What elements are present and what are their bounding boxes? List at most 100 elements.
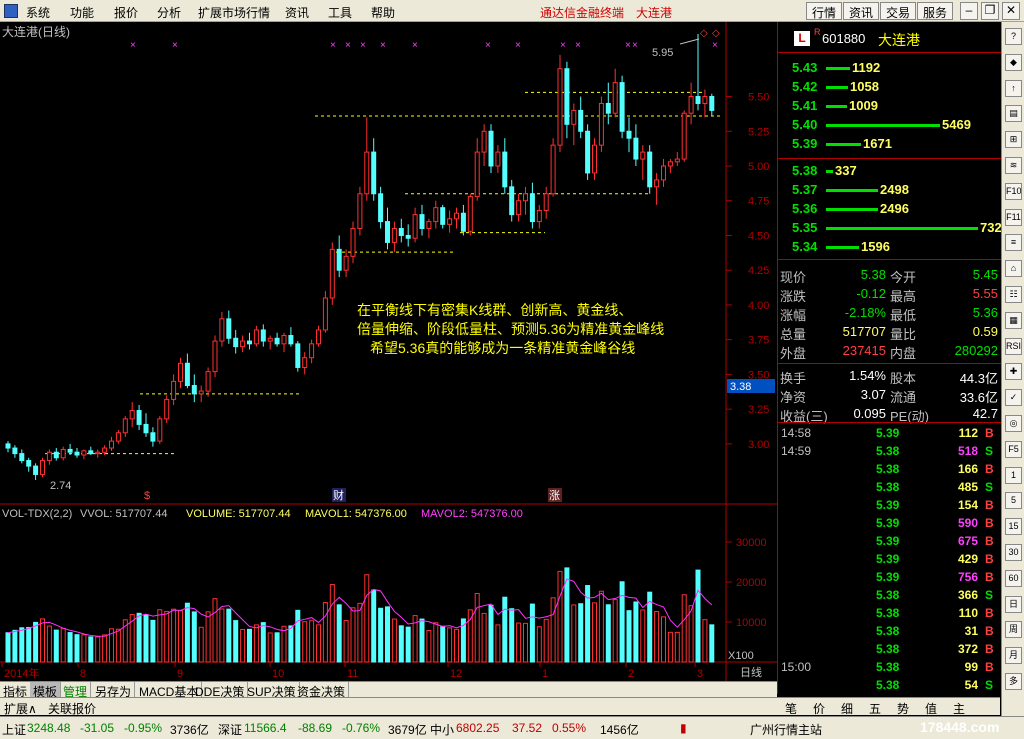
candle-body[interactable]	[253, 329, 259, 345]
diamond-marker-icon[interactable]: ◇	[712, 28, 720, 39]
candle-body[interactable]	[157, 418, 163, 442]
candle-body[interactable]	[350, 228, 356, 257]
candle-body[interactable]	[391, 228, 397, 243]
candle-body[interactable]	[536, 209, 542, 223]
candle-body[interactable]	[688, 96, 694, 114]
candle-body[interactable]	[219, 318, 225, 342]
side-tool-button[interactable]: 多	[1005, 673, 1022, 690]
event-marker-icon[interactable]: ×	[412, 40, 418, 51]
side-tool-button[interactable]: ✓	[1005, 389, 1022, 407]
restore-icon[interactable]: ❐	[981, 2, 999, 20]
candle-body[interactable]	[702, 96, 708, 104]
candle-body[interactable]	[67, 448, 73, 453]
tab-sup[interactable]: SUP决策	[244, 682, 300, 699]
candle-body[interactable]	[385, 221, 390, 243]
side-tool-button[interactable]: ⊞	[1005, 131, 1022, 149]
candle-body[interactable]	[267, 337, 273, 342]
side-tool-button[interactable]: ?	[1005, 28, 1022, 45]
candle-body[interactable]	[143, 423, 149, 434]
candle-body[interactable]	[309, 343, 315, 359]
bid-row[interactable]: 5.34 1596	[778, 237, 1001, 256]
candle-body[interactable]	[495, 151, 501, 167]
candle-body[interactable]	[667, 161, 673, 167]
tab-dde[interactable]: DDE决策	[192, 682, 249, 699]
event-marker-icon[interactable]: ×	[172, 40, 178, 51]
close-icon[interactable]: ✕	[1002, 2, 1020, 20]
toolbar-quote-button[interactable]: 行情	[806, 2, 843, 20]
candle-body[interactable]	[5, 443, 11, 449]
candle-body[interactable]	[412, 214, 418, 239]
menu-help[interactable]: 帮助	[371, 4, 395, 21]
candle-body[interactable]	[109, 440, 114, 449]
period-label[interactable]: 日线	[740, 665, 762, 679]
candle-body[interactable]	[371, 151, 377, 195]
menu-system[interactable]: 系统	[26, 4, 50, 21]
tab-indicator[interactable]: 指标	[0, 682, 32, 699]
candle-body[interactable]	[184, 362, 190, 387]
toolbar-service-button[interactable]: 服务	[917, 2, 954, 20]
candle-body[interactable]	[88, 450, 94, 455]
candle-body[interactable]	[523, 193, 528, 202]
candle-body[interactable]	[164, 398, 170, 420]
sh-label[interactable]: 上证	[2, 721, 26, 738]
zx-label[interactable]: 中小	[430, 721, 454, 738]
menu-function[interactable]: 功能	[70, 4, 94, 21]
side-tool-button[interactable]: ☷	[1005, 286, 1022, 303]
candle-body[interactable]	[240, 340, 246, 348]
candle-body[interactable]	[467, 196, 473, 232]
side-tool-button[interactable]: ◎	[1005, 415, 1022, 432]
bid-row[interactable]: 5.36 2496	[778, 199, 1001, 218]
candle-body[interactable]	[543, 193, 549, 211]
candle-body[interactable]	[447, 218, 453, 225]
side-tool-button[interactable]: ≡	[1005, 234, 1022, 252]
bid-row[interactable]: 5.38 337	[778, 161, 1001, 180]
side-tool-button[interactable]: 15	[1005, 518, 1022, 536]
event-marker-icon[interactable]: ×	[712, 40, 718, 51]
tab-five[interactable]: 五	[869, 700, 881, 717]
candle-body[interactable]	[171, 380, 177, 400]
event-marker-icon[interactable]: ×	[485, 40, 491, 51]
tab-trend[interactable]: 势	[897, 700, 909, 717]
candle-body[interactable]	[198, 390, 204, 395]
candle-body[interactable]	[226, 318, 232, 339]
side-tool-button[interactable]: ↑	[1005, 79, 1022, 97]
candle-body[interactable]	[178, 362, 183, 382]
menu-analysis[interactable]: 分析	[157, 4, 181, 21]
event-marker-icon[interactable]: ×	[625, 40, 631, 51]
candle-body[interactable]	[488, 130, 494, 167]
candle-body[interactable]	[426, 221, 432, 230]
side-tool-button[interactable]: F5	[1005, 440, 1022, 458]
candle-body[interactable]	[398, 228, 404, 236]
server-name[interactable]: 广州行情主站	[750, 721, 822, 738]
candle-body[interactable]	[212, 340, 218, 373]
candle-body[interactable]	[26, 460, 32, 467]
candle-body[interactable]	[585, 130, 591, 174]
candle-body[interactable]	[578, 109, 584, 132]
candle-body[interactable]	[53, 451, 59, 459]
tab-detail[interactable]: 细	[841, 700, 853, 717]
side-tool-button[interactable]: ✚	[1005, 363, 1022, 381]
candle-body[interactable]	[364, 151, 370, 195]
side-tool-button[interactable]: 30	[1005, 544, 1022, 561]
candle-body[interactable]	[474, 151, 480, 198]
candle-body[interactable]	[81, 450, 87, 456]
toolbar-news-button[interactable]: 资讯	[843, 2, 880, 20]
candle-body[interactable]	[502, 151, 508, 188]
candle-body[interactable]	[302, 357, 308, 368]
candle-body[interactable]	[509, 186, 515, 216]
side-tool-button[interactable]: F10	[1005, 182, 1022, 200]
event-marker-icon[interactable]: ×	[515, 40, 521, 51]
candle-body[interactable]	[129, 410, 135, 420]
marker-finance[interactable]: 财	[333, 488, 344, 502]
tab-fund[interactable]: 资金决策	[294, 682, 350, 699]
candle-body[interactable]	[598, 102, 604, 146]
candle-body[interactable]	[633, 137, 639, 160]
side-tool-button[interactable]: F11	[1005, 208, 1022, 226]
marker-dollar[interactable]: $	[144, 490, 150, 502]
sz-label[interactable]: 深证	[218, 721, 242, 738]
candle-body[interactable]	[274, 337, 280, 345]
candle-body[interactable]	[281, 335, 287, 345]
candle-body[interactable]	[564, 68, 570, 125]
side-tool-button[interactable]: ▦	[1005, 311, 1022, 329]
candle-body[interactable]	[460, 212, 466, 232]
